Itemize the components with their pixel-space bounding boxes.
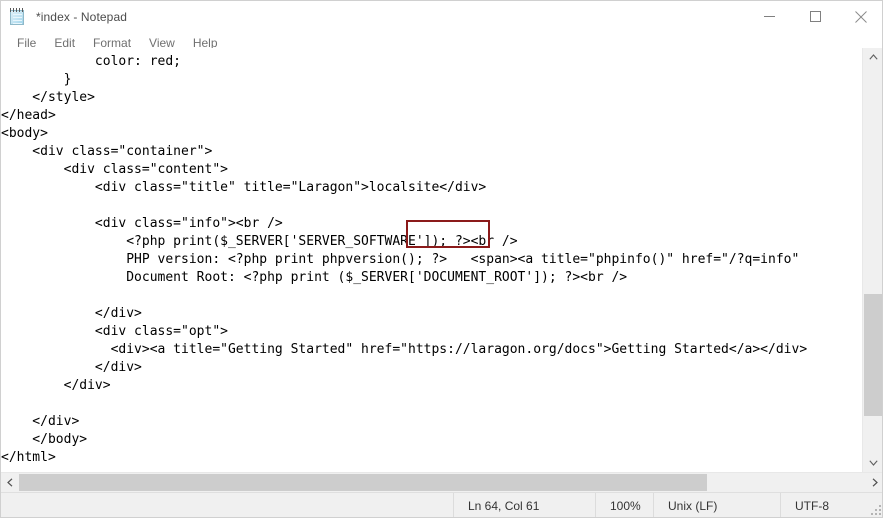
code-line: Document Root: <?php print ($_SERVER['DO… [1,270,628,285]
code-line: </div> [1,360,142,375]
horizontal-scroll-thumb[interactable] [19,474,707,491]
code-line: </head> [1,108,56,123]
status-bar: Ln 64, Col 61 100% Unix (LF) UTF-8 [1,492,882,517]
code-line: </div> [1,414,80,429]
window-title: *index - Notepad [36,9,127,24]
maximize-icon [809,11,821,22]
status-bar-spacer [1,493,453,517]
status-encoding[interactable]: UTF-8 [780,493,882,517]
code-line: color: red; [1,54,182,69]
chevron-up-icon [868,54,878,60]
chevron-down-icon [868,460,878,466]
maximize-button[interactable] [792,1,838,32]
notepad-window: *index - Notepad File Edit Format View H… [0,0,883,518]
vertical-scrollbar[interactable] [862,48,882,472]
code-line: </div> [1,378,111,393]
code-line: </div> [1,306,142,321]
code-line: <div class="title" title="Laragon">local… [1,180,487,195]
notepad-icon [8,7,28,27]
code-line: <div class="info"><br /> [1,216,283,231]
vertical-scroll-thumb[interactable] [864,294,882,416]
minimize-button[interactable] [746,1,792,32]
code-line: <?php print($_SERVER['SERVER_SOFTWARE'])… [1,234,518,249]
resize-grip-icon[interactable] [869,503,881,515]
title-bar: *index - Notepad [1,1,882,32]
chevron-left-icon [7,478,13,487]
window-controls [746,1,882,32]
code-line: <div class="content"> [1,162,228,177]
minimize-icon [763,16,775,17]
scroll-right-button[interactable] [866,473,882,492]
editor-area: color: red; } </style> </head> <body> <div… [1,48,882,472]
code-line: </body> [1,432,88,447]
close-button[interactable] [838,1,882,32]
scroll-left-button[interactable] [1,473,19,492]
code-line: <body> [1,126,48,141]
code-line: <div class="opt"> [1,324,228,339]
status-cursor-position: Ln 64, Col 61 [453,493,595,517]
code-line: <div class="container"> [1,144,213,159]
status-line-ending[interactable]: Unix (LF) [653,493,780,517]
horizontal-scrollbar[interactable] [1,472,882,492]
code-line: PHP version: <?php print phpversion(); ?… [1,252,800,267]
text-editor[interactable]: color: red; } </style> </head> <body> <div… [1,48,863,472]
close-icon [855,10,867,23]
code-line: <div><a title="Getting Started" href="ht… [1,342,808,357]
code-line: </style> [1,90,95,105]
code-line: } [1,72,72,87]
chevron-right-icon [872,478,878,487]
scroll-up-button[interactable] [863,48,882,66]
status-zoom-level[interactable]: 100% [595,493,653,517]
scroll-down-button[interactable] [863,454,882,472]
code-line: </html> [1,450,56,465]
